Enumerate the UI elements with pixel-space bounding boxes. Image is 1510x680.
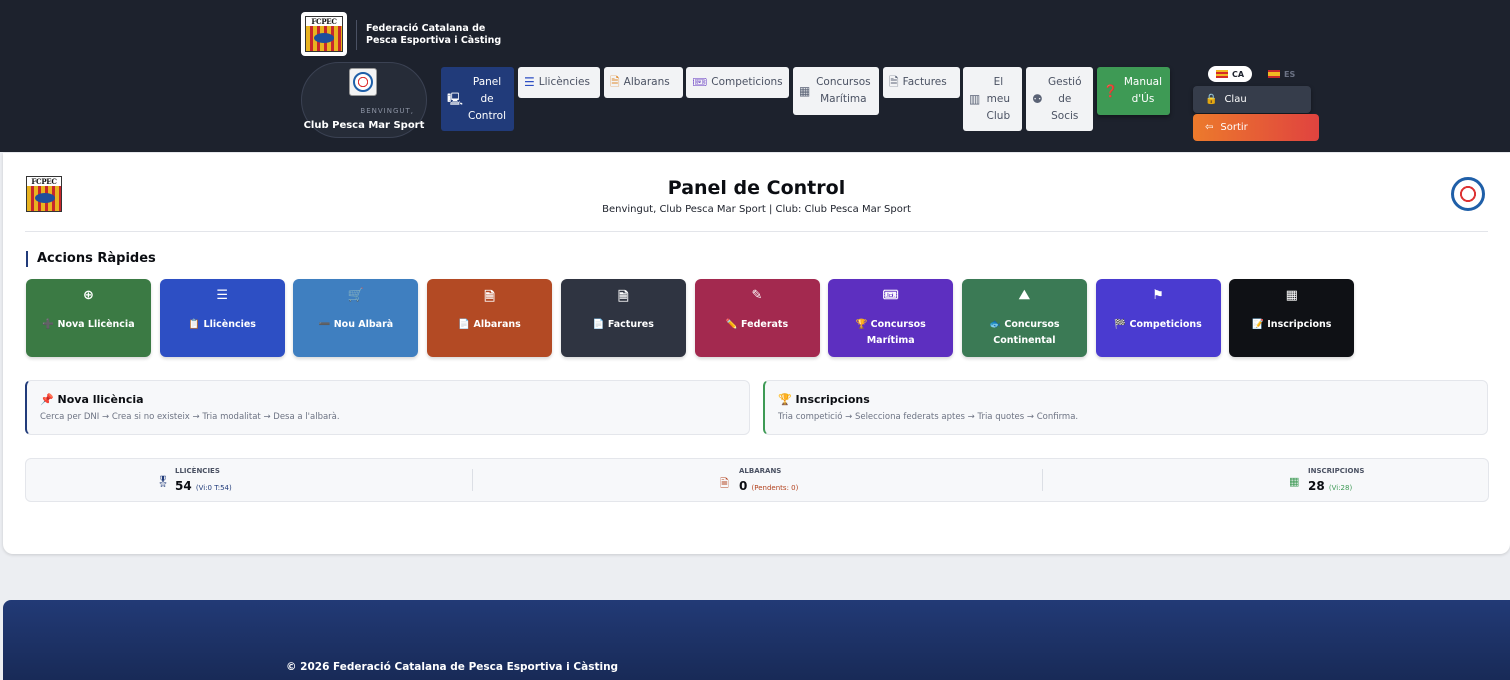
footer-copyright: © 2026 Federació Catalana de Pesca Espor…: [286, 661, 619, 673]
list-icon: ☰: [524, 75, 535, 89]
divider: [25, 231, 1488, 232]
quick-action-label: 📄 Factures: [592, 319, 654, 330]
quick-action-concursos-maritima[interactable]: 🎟 🏆 Concursos Marítima: [828, 279, 954, 357]
quick-action-label: 🐟 Concursos Continental: [989, 319, 1060, 346]
quick-action-label: 📋 Llicències: [188, 319, 256, 330]
quick-action-inscripcions[interactable]: ▦ 📝 Inscripcions: [1229, 279, 1355, 357]
logout-button[interactable]: ⇦ Sortir: [1193, 114, 1319, 141]
quick-action-label: 🏁 Competicions: [1114, 319, 1202, 330]
document-icon: 🗎: [484, 290, 495, 305]
page-title: Panel de Control: [667, 177, 846, 199]
quick-action-concursos-continental[interactable]: ⛰ 🐟 Concursos Continental: [961, 279, 1087, 357]
building-icon: ▥: [969, 91, 981, 106]
document-icon: 🗎: [720, 477, 729, 490]
language-es[interactable]: ES: [1260, 66, 1303, 82]
pencil-icon: ✎: [751, 288, 763, 303]
users-icon: ⚉: [1032, 91, 1043, 106]
quick-action-nova-llicencia[interactable]: ⊕ ➕ Nova Llicència: [26, 279, 151, 357]
quick-action-llicencies[interactable]: ☰ 📋 Llicències: [159, 279, 285, 357]
welcome-label: BENVINGUT,: [360, 107, 414, 115]
club-logo: [349, 68, 377, 96]
quick-actions-title: Accions Ràpides: [26, 251, 156, 267]
document-icon: 🗎: [610, 75, 620, 89]
quick-action-competicions[interactable]: ⚑ 🏁 Competicions: [1095, 279, 1221, 357]
federation-logo[interactable]: FCPEC: [301, 12, 347, 56]
nav-factures[interactable]: 🗎 Factures: [883, 67, 960, 98]
quick-action-nou-albara[interactable]: 🛒 ➖ Nou Albarà: [293, 279, 419, 357]
spanish-flag-icon: [1268, 70, 1280, 78]
quick-action-federats[interactable]: ✎ ✏️ Federats: [694, 279, 820, 357]
language-ca[interactable]: CA: [1208, 66, 1253, 82]
nav-gestio-de-socis[interactable]: ⚉ Gestió de Socis: [1026, 67, 1093, 131]
nav-albarans[interactable]: 🗎 Albarans: [604, 67, 683, 98]
federation-name: Federació Catalana de Pesca Esportiva i …: [366, 23, 502, 46]
calendar-icon: ▦: [799, 83, 811, 98]
list-icon: ☰: [216, 288, 229, 303]
nav-llicencies[interactable]: ☰ Llicències: [518, 67, 600, 98]
cart-icon: 🛒: [347, 288, 364, 303]
stats-bar: 🎖 LLICÈNCIES 54 (Vi:0 T:54) 🗎 ALBARANS 0…: [25, 458, 1489, 502]
footer: © 2026 Federació Catalana de Pesca Espor…: [3, 600, 1510, 680]
change-password-button[interactable]: 🔒 Clau: [1193, 86, 1311, 113]
qr-icon: ▦: [1285, 288, 1298, 303]
dashboard-icon: 🖳: [447, 91, 464, 106]
landscape-icon: ⛰: [1018, 288, 1030, 303]
plus-icon: ⊕: [83, 288, 94, 303]
invoice-icon: 🗎: [889, 75, 899, 89]
quick-action-label: 🏆 Concursos Marítima: [855, 319, 926, 346]
quick-action-label: 📄 Albarans: [458, 319, 521, 330]
tickets-icon: 🎟: [882, 288, 899, 303]
invoice-icon: 🗎: [618, 290, 629, 305]
tickets-icon: 🎟: [692, 75, 708, 89]
quick-action-label: 📝 Inscripcions: [1252, 319, 1332, 330]
club-name: Club Pesca Mar Sport: [303, 120, 425, 131]
fcpec-emblem: FCPEC: [305, 16, 343, 52]
info-card-inscripcions: 🏆 Inscripcions Tria competició → Selecci…: [763, 380, 1488, 435]
info-card-nova-llicencia: 📌 Nova llicència Cerca per DNI → Crea si…: [25, 380, 750, 435]
quick-action-factures[interactable]: 🗎 📄 Factures: [560, 279, 686, 357]
top-navigation-bar: FCPEC Federació Catalana de Pesca Esport…: [0, 0, 1510, 152]
header-divider: [356, 20, 357, 50]
qr-icon: ▦: [1289, 475, 1300, 488]
nav-competicions[interactable]: 🎟 Competicions: [686, 67, 789, 98]
catalan-flag-icon: [1216, 70, 1228, 78]
help-icon: ❓: [1103, 83, 1118, 98]
quick-action-albarans[interactable]: 🗎 📄 Albarans: [427, 279, 553, 357]
logout-icon: ⇦: [1205, 122, 1214, 133]
flag-icon: ⚑: [1152, 288, 1164, 303]
quick-action-label: ➖ Nou Albarà: [318, 319, 394, 330]
nav-panel-de-control[interactable]: 🖳 Panel de Control: [441, 67, 514, 131]
nav-manual-d-us[interactable]: ❓ Manual d'Ús: [1097, 67, 1170, 115]
lock-icon: 🔒: [1205, 94, 1218, 105]
quick-action-label: ✏️ Federats: [725, 319, 789, 330]
page-subtitle: Benvingut, Club Pesca Mar Sport | Club: …: [602, 204, 911, 215]
club-profile-card: BENVINGUT, Club Pesca Mar Sport: [301, 62, 427, 138]
nav-el-meu-club[interactable]: ▥ El meu Club: [963, 67, 1022, 131]
main-content-card: FCPEC Panel de Control Benvingut, Club P…: [3, 153, 1510, 554]
nav-concursos-maritima[interactable]: ▦ Concursos Marítima: [793, 67, 879, 115]
ribbon-icon: 🎖: [156, 475, 170, 488]
quick-action-label: ➕ Nova Llicència: [42, 319, 135, 330]
